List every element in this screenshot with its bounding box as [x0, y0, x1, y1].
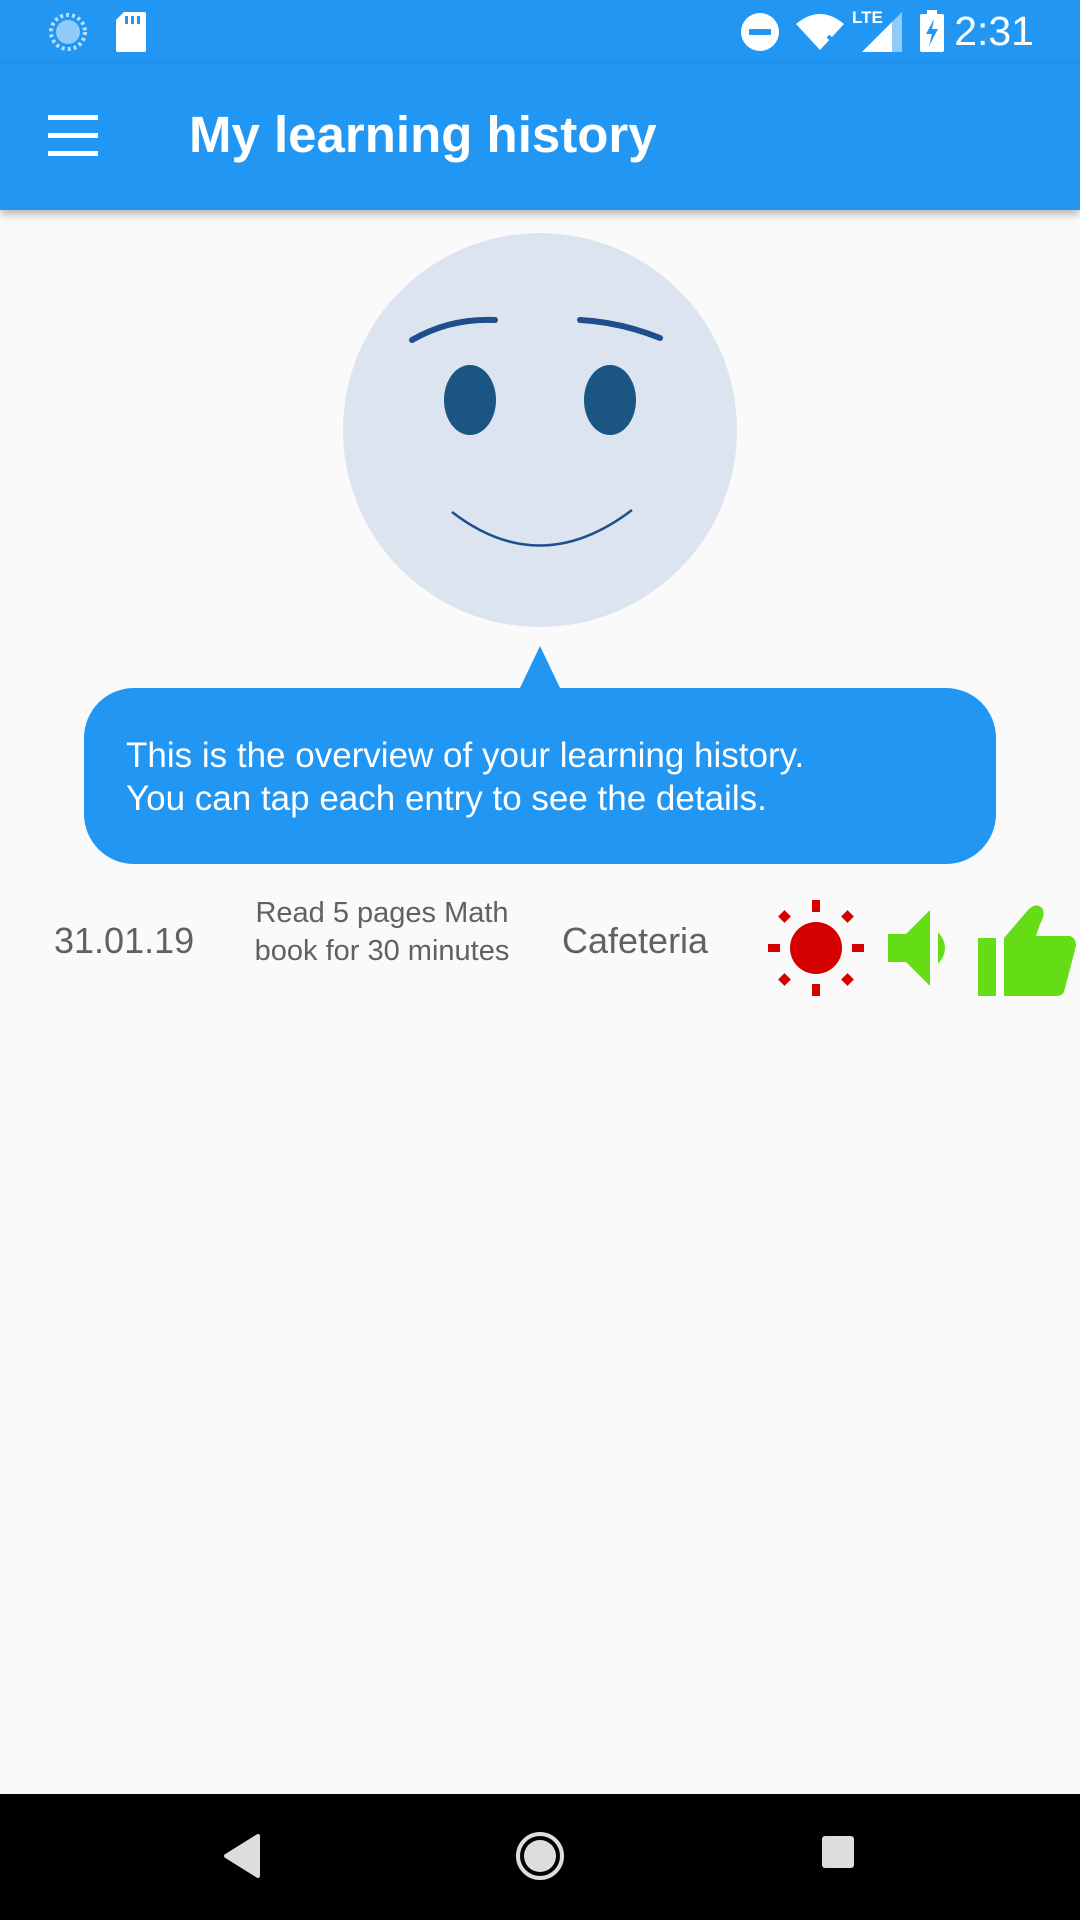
entry-date: 31.01.19	[54, 920, 195, 961]
entry-description: Read 5 pages Math book for 30 minutes	[254, 897, 510, 967]
content-area: This is the overview of your learning hi…	[0, 210, 1080, 1794]
list-item[interactable]: 31.01.19 Read 5 pages Math book for 30 m…	[0, 880, 1080, 1010]
recent-apps-icon[interactable]	[820, 1834, 856, 1875]
entry-location: Cafeteria	[562, 920, 709, 961]
tooltip-line-1: This is the overview of your learning hi…	[126, 736, 805, 775]
sd-card-icon	[116, 12, 146, 57]
wifi-icon	[796, 14, 844, 55]
tooltip-pointer	[519, 646, 561, 690]
tooltip-text: This is the overview of your learning hi…	[126, 734, 966, 820]
sync-icon	[48, 12, 88, 57]
speaker-icon	[886, 910, 952, 991]
app-bar: My learning history	[0, 63, 1080, 210]
navigation-bar	[0, 1794, 1080, 1920]
smiley-face-icon	[340, 230, 740, 630]
signal-icon	[862, 12, 902, 57]
page-title: My learning history	[189, 106, 657, 163]
tooltip-bubble[interactable]: This is the overview of your learning hi…	[84, 688, 996, 864]
hamburger-menu-icon[interactable]	[30, 93, 116, 179]
back-icon[interactable]	[222, 1832, 262, 1885]
sun-icon	[766, 898, 866, 1003]
tooltip-line-2: You can tap each entry to see the detail…	[126, 779, 767, 818]
status-time: 2:31	[954, 8, 1034, 54]
do-not-disturb-icon	[740, 12, 780, 57]
status-bar: LTE 2:31	[0, 0, 1080, 63]
battery-charging-icon	[920, 10, 944, 57]
home-icon[interactable]	[514, 1830, 566, 1887]
thumbs-up-icon	[976, 898, 1076, 1003]
